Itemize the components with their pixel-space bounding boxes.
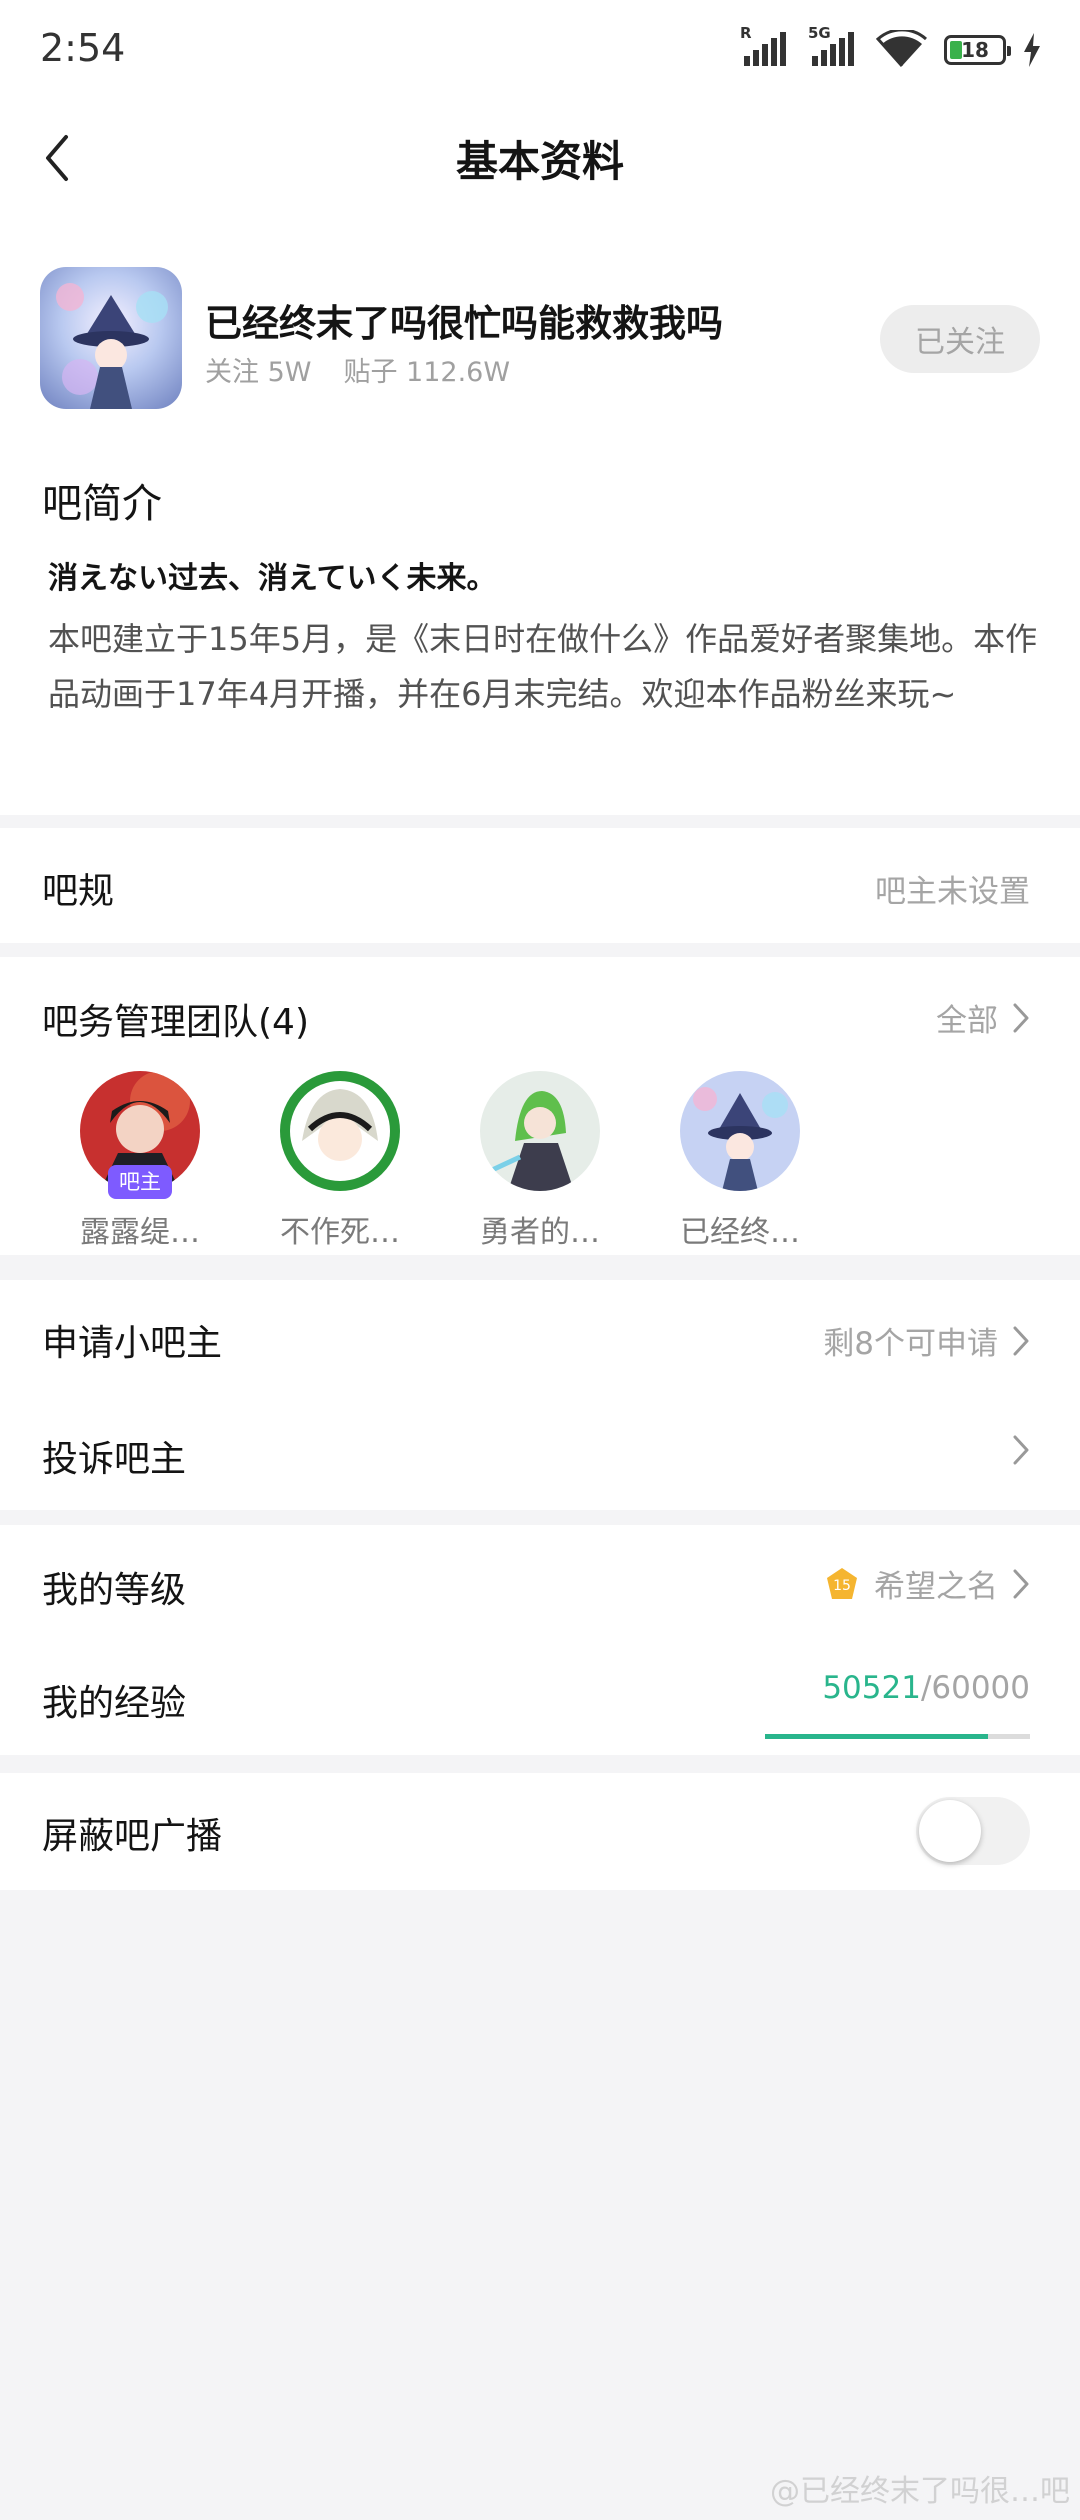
block-broadcast-row: 屏蔽吧广播 <box>0 1773 1080 1890</box>
team-member[interactable]: 已经终… <box>655 1071 825 1251</box>
complain-row[interactable]: 投诉吧主 <box>0 1390 1080 1510</box>
team-member[interactable]: 吧主 露露缇… <box>55 1071 225 1251</box>
experience-total: /60000 <box>920 1670 1030 1706</box>
team-all-link[interactable]: 全部 <box>936 995 1030 1040</box>
avatar <box>680 1071 800 1191</box>
team-row[interactable]: 吧务管理团队(4) 全部 <box>0 957 1080 1057</box>
rules-row[interactable]: 吧规 吧主未设置 <box>0 828 1080 943</box>
toggle-knob <box>919 1800 981 1862</box>
forum-name: 已经终末了吗很忙吗能救救我吗 <box>205 302 723 345</box>
intro-title: 吧简介 <box>42 481 162 527</box>
follow-button[interactable]: 已关注 <box>880 305 1040 373</box>
apply-label: 申请小吧主 <box>42 1323 223 1364</box>
avatar <box>280 1071 400 1191</box>
member-name: 露露缇… <box>80 1215 200 1250</box>
experience-current: 50521 <box>822 1670 921 1706</box>
apply-value-text: 剩8个可申请 <box>823 1326 998 1362</box>
level-value: 15 希望之名 <box>824 1561 1030 1606</box>
signal-icon: R <box>740 24 792 70</box>
chevron-right-icon <box>1013 1569 1029 1598</box>
experience-label: 我的经验 <box>42 1683 187 1724</box>
block-broadcast-label: 屏蔽吧广播 <box>42 1816 223 1857</box>
rules-value: 吧主未设置 <box>875 866 1030 911</box>
chevron-right-icon <box>1013 1326 1029 1355</box>
battery-level: 18 <box>961 38 989 62</box>
level-badge-icon: 15 <box>827 1567 857 1599</box>
status-icons: R 5G 18 <box>740 24 1042 70</box>
experience-progress-fill <box>765 1734 989 1739</box>
forum-header: 已经终末了吗很忙吗能救救我吗 关注 5W 贴子 112.6W 已关注 吧简介 消… <box>0 215 1080 815</box>
nav-bar: 基本资料 <box>0 100 1080 215</box>
rules-label: 吧规 <box>42 871 115 912</box>
level-label: 我的等级 <box>42 1570 187 1611</box>
team-all-text: 全部 <box>936 1003 998 1039</box>
forum-avatar[interactable] <box>40 267 182 409</box>
team-label: 吧务管理团队(4) <box>42 1002 309 1043</box>
battery-icon: 18 <box>944 35 1011 65</box>
rules-value-text: 吧主未设置 <box>875 874 1030 910</box>
apply-row[interactable]: 申请小吧主 剩8个可申请 <box>0 1280 1080 1390</box>
experience-row: 我的经验 50521/60000 <box>0 1640 1080 1755</box>
team-members: 吧主 露露缇… 不作死… 勇者的… 已经终… <box>0 1055 1080 1255</box>
chevron-right-icon <box>1013 1435 1029 1465</box>
status-bar: 2:54 R 5G 18 <box>0 0 1080 100</box>
level-title: 希望之名 <box>874 1569 998 1605</box>
page-title: 基本资料 <box>455 137 624 186</box>
complain-label: 投诉吧主 <box>42 1439 187 1480</box>
member-name: 不作死… <box>280 1215 400 1250</box>
level-badge-number: 15 <box>833 1578 851 1594</box>
forum-stats: 关注 5W 贴子 112.6W <box>205 350 510 389</box>
intro-tagline: 消えない过去、消えていく未来。 <box>48 561 497 596</box>
charging-icon <box>1024 33 1040 67</box>
member-name: 勇者的… <box>480 1215 600 1250</box>
followers-count: 关注 5W <box>205 357 312 388</box>
status-time: 2:54 <box>40 26 126 70</box>
experience-value: 50521/60000 <box>822 1670 1030 1706</box>
wifi-icon <box>876 30 927 67</box>
chevron-right-icon <box>1013 1003 1029 1032</box>
signal-5g-icon: 5G <box>808 24 860 70</box>
watermark: @已经终末了吗很…吧 <box>770 2474 1070 2509</box>
experience-progress-bar <box>765 1734 1030 1739</box>
owner-badge: 吧主 <box>108 1165 172 1199</box>
team-member[interactable]: 不作死… <box>255 1071 425 1251</box>
posts-count: 贴子 112.6W <box>343 357 511 388</box>
member-name: 已经终… <box>680 1215 800 1250</box>
level-row[interactable]: 我的等级 15 希望之名 <box>0 1525 1080 1640</box>
complain-chevron <box>1012 1434 1030 1466</box>
team-member[interactable]: 勇者的… <box>455 1071 625 1251</box>
avatar <box>480 1071 600 1191</box>
block-broadcast-toggle[interactable] <box>916 1797 1030 1865</box>
apply-value: 剩8个可申请 <box>823 1318 1030 1363</box>
intro-description: 本吧建立于15年5月，是《末日时在做什么》作品爱好者聚集地。本作品动画于17年4… <box>48 620 1038 713</box>
